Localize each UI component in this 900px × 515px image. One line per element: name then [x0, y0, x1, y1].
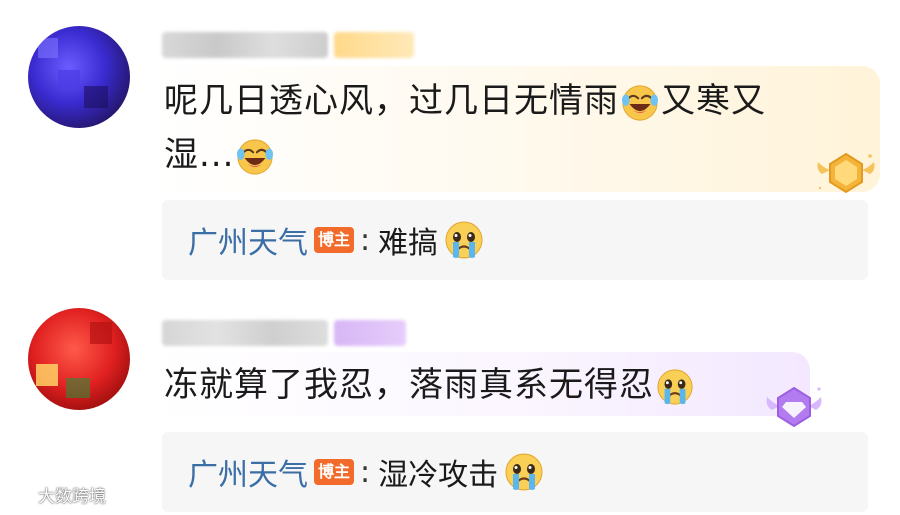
laughing-crying-icon — [621, 84, 659, 122]
user-badge-blurred — [334, 32, 414, 58]
reply-colon: : — [360, 222, 371, 258]
reply-line: 广州天气 博主 : 难搞 — [188, 216, 486, 264]
crying-face-icon — [656, 368, 694, 406]
watermark: 大数跨境 — [6, 482, 106, 507]
user-badge-blurred — [334, 320, 406, 346]
avatar[interactable] — [28, 26, 130, 128]
purple-diamond-medal-icon[interactable] — [762, 382, 826, 434]
comment-text: 呢几日透心风，过几日无情雨 又寒又 — [164, 74, 766, 128]
comment-thread: 呢几日透心风，过几日无情雨 又寒又 湿... 广州天气 博主 : 难搞 冻就算了… — [0, 0, 900, 515]
comment-item: 呢几日透心风，过几日无情雨 又寒又 湿... 广州天气 博主 : 难搞 — [0, 0, 900, 290]
comment-item: 冻就算了我忍，落雨真系无得忍 广州天气 博主 : 湿冷攻击 — [0, 290, 900, 515]
crying-face-icon — [444, 220, 484, 260]
watermark-logo-icon — [8, 486, 32, 503]
laughing-crying-icon — [236, 138, 274, 176]
reply-author[interactable]: 广州天气 — [188, 450, 308, 494]
reply-colon: : — [360, 454, 371, 490]
reply-box[interactable]: 广州天气 博主 : 湿冷攻击 — [162, 432, 868, 512]
reply-text: 湿冷攻击 — [378, 458, 499, 493]
comment-text-line1-tail: 又寒又 — [661, 81, 766, 121]
comment-text: 冻就算了我忍，落雨真系无得忍 — [164, 358, 696, 412]
blogger-badge: 博主 — [314, 459, 355, 485]
watermark-text: 大数跨境 — [38, 487, 106, 507]
crying-face-icon — [504, 452, 544, 492]
comment-text-line1: 冻就算了我忍，落雨真系无得忍 — [164, 365, 654, 405]
comment-text-line2-wrap: 湿... — [164, 128, 276, 182]
comment-text-line1: 呢几日透心风，过几日无情雨 — [164, 81, 619, 121]
reply-line: 广州天气 博主 : 湿冷攻击 — [188, 448, 546, 496]
avatar[interactable] — [28, 308, 130, 410]
reply-text: 难搞 — [378, 226, 439, 261]
username-blurred[interactable] — [162, 320, 328, 346]
comment-text-line2: 湿... — [164, 135, 235, 175]
reply-author[interactable]: 广州天气 — [188, 218, 308, 262]
gold-medal-icon[interactable] — [814, 148, 878, 200]
username-blurred[interactable] — [162, 32, 328, 58]
blogger-badge: 博主 — [314, 227, 355, 253]
reply-box[interactable]: 广州天气 博主 : 难搞 — [162, 200, 868, 280]
